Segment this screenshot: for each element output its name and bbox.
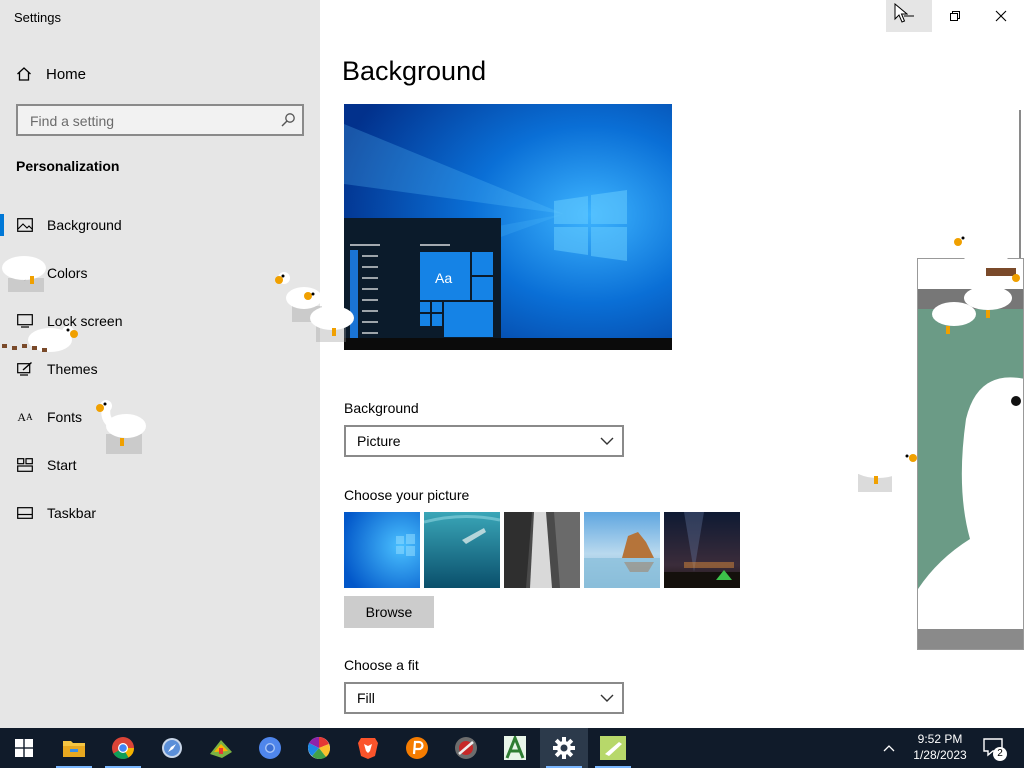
chevron-up-icon[interactable] [882,738,896,758]
restore-icon [950,11,960,21]
picture-thumb-night-sky[interactable] [664,512,740,588]
start-menu-icon [16,456,34,474]
mud-tracks [2,344,47,352]
photos-icon [308,736,330,760]
minimize-button[interactable] [886,0,932,32]
background-type-value: Picture [357,433,401,449]
sidebar-item-background[interactable]: Background [0,201,320,249]
taskbar-brave[interactable] [344,728,392,768]
file-explorer-icon [63,741,85,757]
choose-picture-label: Choose your picture [344,487,470,503]
clock-date: 1/28/2023 [913,748,967,762]
start-button[interactable] [0,728,48,768]
sidebar-item-fonts[interactable]: AA Fonts [0,393,320,441]
picture-thumb-windows[interactable] [344,512,420,588]
picture-thumb-waterfall[interactable] [504,512,580,588]
goose-icon[interactable] [850,446,920,496]
taskbar-icon [16,504,34,522]
sidebar-item-label: Fonts [47,409,83,425]
search-box[interactable] [16,104,304,136]
choose-fit-label: Choose a fit [344,657,419,673]
section-title: Personalization [16,158,120,174]
background-preview: Aa [344,104,672,350]
taskbar-media-player[interactable] [442,728,490,768]
goose-icon[interactable] [928,232,1024,342]
page-title: Background [342,56,487,86]
goose-icon[interactable] [0,250,52,296]
clock-time: 9:52 PM [917,732,963,746]
preview-sample-text: Aa [435,270,453,286]
taskbar-game[interactable] [197,728,245,768]
safari-icon [162,738,182,758]
chevron-down-icon [600,694,614,702]
a-app-icon [504,736,526,760]
sidebar-item-label: Colors [47,265,88,281]
sidebar: Settings Home Personalization Background… [0,0,320,728]
restore-button[interactable] [932,0,978,32]
background-label: Background [344,400,419,416]
picture-thumb-underwater[interactable] [424,512,500,588]
system-clock[interactable]: 9:52 PM 1/28/2023 [904,731,976,763]
picture-icon [16,216,34,234]
taskbar-p-app[interactable] [393,728,441,768]
chrome-icon [112,737,134,759]
notification-count-badge: 2 [993,747,1007,761]
fit-value: Fill [357,690,375,706]
goose-icon[interactable] [272,266,362,346]
close-icon [995,10,1007,22]
sidebar-item-label: Taskbar [47,505,97,521]
settings-icon [553,737,575,759]
home-link[interactable]: Home [16,64,86,84]
taskbar: 9:52 PM 1/28/2023 2 [0,728,1024,768]
chromium-icon [259,737,281,759]
close-button[interactable] [978,0,1024,32]
search-input[interactable] [28,111,272,131]
media-player-icon [455,737,477,759]
sidebar-item-taskbar[interactable]: Taskbar [0,489,320,537]
sidebar-item-label: Start [47,457,77,473]
notification-center-button[interactable]: 2 [980,734,1010,762]
mouse-cursor-icon [894,3,908,23]
fit-dropdown[interactable]: Fill [344,682,624,714]
brave-icon [358,738,378,759]
taskbar-a-app[interactable] [491,728,539,768]
app-title: Settings [14,10,61,25]
taskbar-chromium[interactable] [246,728,294,768]
taskbar-file-explorer[interactable] [50,728,98,768]
background-type-dropdown[interactable]: Picture [344,425,624,457]
p-app-icon [406,737,428,759]
taskbar-chrome[interactable] [99,728,147,768]
browse-button[interactable]: Browse [344,596,434,628]
font-icon: AA [17,409,33,424]
home-label: Home [46,65,87,83]
home-icon [17,67,31,81]
goose-icon[interactable] [92,396,152,458]
chevron-down-icon [600,437,614,445]
taskbar-goose[interactable] [589,728,637,768]
goose-icon [600,736,626,760]
taskbar-settings[interactable] [540,728,588,768]
game-icon [210,740,232,758]
sidebar-item-start[interactable]: Start [0,441,320,489]
picture-thumb-beach[interactable] [584,512,660,588]
taskbar-safari[interactable] [148,728,196,768]
sidebar-item-label: Background [47,217,122,233]
taskbar-photos[interactable] [295,728,343,768]
windows-logo-icon [15,739,33,757]
search-icon[interactable] [280,112,296,128]
